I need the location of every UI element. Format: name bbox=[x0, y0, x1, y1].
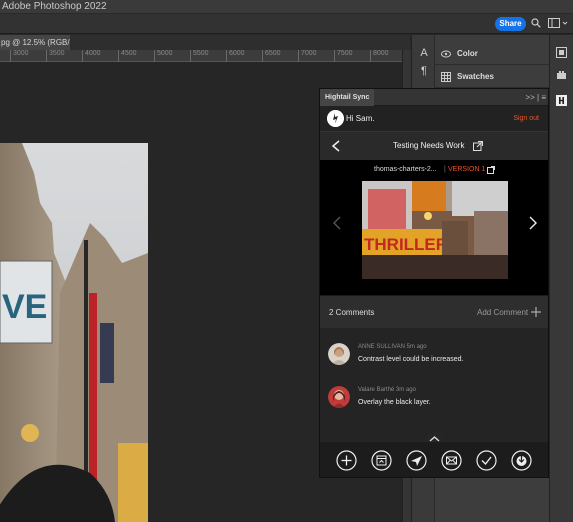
ruler-tick: 6500 bbox=[262, 50, 281, 62]
ruler-tick: 6000 bbox=[226, 50, 245, 62]
hightail-sync-panel: Hightail Sync >> | ≡ Hi Sam. Sign out Te… bbox=[319, 88, 549, 478]
document-tab[interactable]: pg @ 12.5% (RGB/8) bbox=[0, 35, 70, 50]
color-icon bbox=[441, 50, 451, 58]
ruler-tick: 4000 bbox=[82, 50, 101, 62]
panel-collapse-control[interactable]: >> | bbox=[525, 93, 539, 102]
far-icon-column bbox=[549, 35, 573, 522]
add-comment-button[interactable]: Add Comment bbox=[477, 296, 528, 329]
previous-arrow-icon[interactable] bbox=[333, 216, 341, 230]
file-separator: | bbox=[444, 166, 446, 173]
panel-expand-icon[interactable] bbox=[556, 47, 567, 58]
project-title-bar: Testing Needs Work bbox=[320, 132, 548, 160]
add-icon[interactable] bbox=[336, 450, 357, 471]
comment-item[interactable]: ANNE SULLIVAN 5m ago Contrast level coul… bbox=[320, 339, 548, 377]
upload-icon[interactable] bbox=[371, 450, 392, 471]
character-panel-icon[interactable]: A bbox=[418, 47, 430, 59]
comment-text: Contrast level could be increased. bbox=[358, 356, 464, 363]
tab-hightail-sync[interactable]: Hightail Sync bbox=[320, 89, 375, 106]
file-info-row: thomas-charters-2... | VERSION 1 bbox=[320, 160, 548, 180]
ruler-tick: 4500 bbox=[118, 50, 137, 62]
ruler-tick: 7500 bbox=[334, 50, 353, 62]
comment-author: ANNE SULLIVAN 5m ago bbox=[358, 344, 427, 350]
app-bar: Share bbox=[0, 14, 573, 34]
hightail-logo-icon bbox=[327, 110, 344, 127]
avatar bbox=[328, 343, 350, 365]
svg-text:THRILLER: THRILLER bbox=[364, 235, 448, 254]
document-image[interactable]: VE bbox=[0, 143, 148, 522]
external-link-icon[interactable] bbox=[473, 141, 483, 151]
greeting-bar: Hi Sam. Sign out bbox=[320, 106, 548, 132]
greeting-text: Hi Sam. bbox=[346, 114, 375, 123]
color-label: Color bbox=[457, 49, 478, 58]
ruler-tick: 3500 bbox=[46, 50, 65, 62]
comment-time: 5m ago bbox=[406, 344, 427, 350]
download-icon[interactable] bbox=[511, 450, 532, 471]
tab-strip bbox=[70, 35, 410, 50]
comment-author-name: Valare Barthé bbox=[358, 387, 395, 393]
thumbnail-image: THRILLER bbox=[362, 181, 508, 279]
ruler-tick: 7000 bbox=[298, 50, 317, 62]
plugin-icon[interactable] bbox=[556, 70, 567, 81]
panel-menu-icon[interactable]: ≡ bbox=[541, 93, 546, 102]
comment-author: Valare Barthé 3m ago bbox=[358, 387, 416, 393]
approve-icon[interactable] bbox=[476, 450, 497, 471]
action-bar bbox=[320, 442, 548, 477]
media-preview: thomas-charters-2... | VERSION 1 THRILLE… bbox=[320, 160, 548, 295]
file-name[interactable]: thomas-charters-2... bbox=[374, 160, 437, 180]
version-external-link-icon[interactable] bbox=[487, 166, 495, 174]
swatches-icon bbox=[441, 72, 451, 82]
swatches-label: Swatches bbox=[457, 72, 494, 81]
ruler-tick: 5000 bbox=[154, 50, 173, 62]
window-title: Adobe Photoshop 2022 bbox=[0, 0, 573, 14]
comments-header: 2 Comments Add Comment bbox=[320, 295, 548, 329]
comments-list: ANNE SULLIVAN 5m ago Contrast level coul… bbox=[320, 328, 548, 441]
comment-item[interactable]: Valare Barthé 3m ago Overlay the black l… bbox=[320, 382, 548, 420]
comment-text: Overlay the black layer. bbox=[358, 399, 431, 406]
next-arrow-icon[interactable] bbox=[529, 216, 537, 230]
ruler-tick: 8000 bbox=[370, 50, 389, 62]
panel-controls[interactable]: >> | ≡ bbox=[525, 89, 546, 106]
ruler-tick: 3000 bbox=[10, 50, 29, 62]
sign-out-link[interactable]: Sign out bbox=[513, 106, 539, 132]
comment-time: 3m ago bbox=[395, 387, 416, 393]
ruler-tick: 5500 bbox=[190, 50, 209, 62]
search-icon[interactable] bbox=[531, 18, 541, 28]
comments-count: 2 Comments bbox=[329, 308, 375, 317]
street-photo: VE bbox=[0, 143, 148, 522]
paragraph-panel-icon[interactable]: ¶ bbox=[418, 65, 430, 77]
version-thumbnail[interactable]: THRILLER bbox=[362, 181, 508, 279]
version-label[interactable]: VERSION 1 bbox=[448, 160, 485, 180]
send-icon[interactable] bbox=[406, 450, 427, 471]
swatches-panel-row[interactable]: Swatches bbox=[435, 66, 550, 88]
avatar bbox=[328, 386, 350, 408]
comment-author-name: ANNE SULLIVAN bbox=[358, 344, 405, 350]
project-title: Testing Needs Work bbox=[393, 141, 465, 150]
share-button[interactable]: Share bbox=[495, 17, 526, 31]
panel-header: Hightail Sync >> | ≡ bbox=[320, 89, 548, 106]
horizontal-ruler: 3000 3500 4000 4500 5000 5500 6000 6500 … bbox=[0, 50, 402, 62]
add-comment-plus-icon[interactable] bbox=[531, 307, 541, 317]
workspace-switcher-icon[interactable] bbox=[548, 18, 568, 29]
hightail-icon[interactable] bbox=[556, 95, 567, 106]
back-arrow-icon[interactable] bbox=[331, 140, 341, 152]
color-panel-row[interactable]: Color bbox=[435, 43, 550, 65]
mail-icon[interactable] bbox=[441, 450, 462, 471]
